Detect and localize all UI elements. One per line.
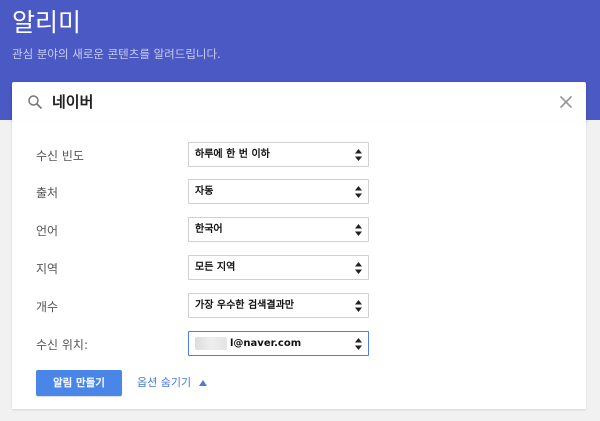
- select-arrows-icon: [355, 186, 362, 198]
- option-row-sources: 출처 자동: [12, 179, 586, 207]
- hide-options-label: 옵션 숨기기: [137, 376, 192, 389]
- sources-value: 자동: [195, 186, 214, 197]
- close-icon[interactable]: [558, 94, 574, 110]
- redacted-email-blur: [195, 337, 227, 350]
- deliver-to-select[interactable]: l@naver.com: [188, 331, 369, 356]
- region-label: 지역: [36, 262, 59, 276]
- language-label: 언어: [36, 224, 59, 238]
- app-title: 알리미: [12, 8, 82, 37]
- deliver-to-label: 수신 위치:: [36, 338, 89, 352]
- hide-options-link[interactable]: 옵션 숨기기: [137, 376, 207, 390]
- count-select[interactable]: 가장 우수한 검색결과만: [188, 293, 369, 318]
- search-bar[interactable]: 네이버: [12, 82, 586, 122]
- region-value: 모든 지역: [195, 262, 236, 273]
- deliver-to-value: l@naver.com: [230, 338, 302, 349]
- caret-up-icon: [198, 380, 207, 386]
- select-arrows-icon: [355, 338, 362, 350]
- alert-options-panel: 수신 빈도 하루에 한 번 이하 출처 자동 언어 한국어 지역 모든 지역 개…: [12, 122, 586, 409]
- create-alert-button[interactable]: 알림 만들기: [36, 370, 122, 396]
- option-row-count: 개수 가장 우수한 검색결과만: [12, 293, 586, 321]
- count-value: 가장 우수한 검색결과만: [195, 300, 294, 311]
- sources-label: 출처: [36, 186, 59, 200]
- option-row-frequency: 수신 빈도 하루에 한 번 이하: [12, 142, 586, 170]
- select-arrows-icon: [355, 149, 362, 161]
- frequency-select[interactable]: 하루에 한 번 이하: [188, 142, 369, 167]
- select-arrows-icon: [355, 300, 362, 312]
- option-row-region: 지역 모든 지역: [12, 255, 586, 283]
- language-value: 한국어: [195, 224, 223, 235]
- search-icon: [28, 95, 42, 109]
- frequency-value: 하루에 한 번 이하: [195, 149, 270, 160]
- option-row-deliver-to: 수신 위치: l@naver.com: [12, 331, 586, 359]
- sources-select[interactable]: 자동: [188, 179, 369, 204]
- language-select[interactable]: 한국어: [188, 217, 369, 242]
- region-select[interactable]: 모든 지역: [188, 255, 369, 280]
- search-input[interactable]: 네이버: [52, 92, 93, 112]
- select-arrows-icon: [355, 224, 362, 236]
- count-label: 개수: [36, 300, 59, 314]
- app-subtitle: 관심 분야의 새로운 콘텐츠를 알려드립니다.: [12, 47, 221, 61]
- option-row-language: 언어 한국어: [12, 217, 586, 245]
- frequency-label: 수신 빈도: [36, 149, 84, 163]
- select-arrows-icon: [355, 262, 362, 274]
